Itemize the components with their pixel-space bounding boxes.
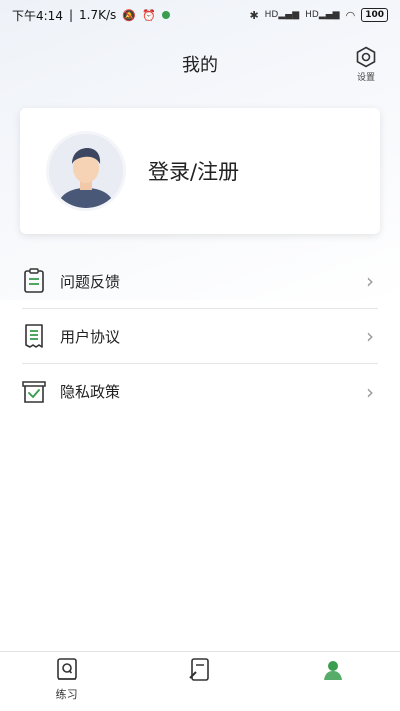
q-book-icon [56, 658, 77, 680]
mute-icon: 🔕 [122, 8, 136, 22]
bluetooth-icon: ✱ [249, 8, 259, 22]
doc-pencil-icon [189, 658, 209, 681]
app-notification-icon [161, 11, 170, 19]
login-register-link[interactable]: 登录/注册 [148, 156, 239, 186]
battery-indicator: 100 [361, 8, 388, 22]
tab-label-practice: 练习 [55, 688, 78, 701]
user-icon [324, 661, 343, 680]
menu-label-feedback: 问题反馈 [60, 272, 121, 291]
check-doc-icon [22, 379, 46, 405]
receipt-icon [22, 323, 46, 349]
status-time: 下午4:14 [12, 8, 63, 23]
settings-label: 设置 [356, 73, 375, 83]
chevron-right-icon: › [366, 379, 374, 404]
status-bar: 下午4:14 | 1.7K/s 🔕 ⏰ ✱ HD▂▄▆ HD▂▄▆ ◠ 100 [0, 0, 400, 30]
profile-card[interactable]: 登录/注册 [20, 108, 380, 234]
menu-label-user-agreement: 用户协议 [60, 327, 121, 346]
menu-item-feedback[interactable]: 问题反馈 › [22, 254, 378, 309]
settings-button[interactable]: 设置 [346, 46, 386, 83]
bottom-tab-bar: 练习 [0, 651, 400, 711]
menu-list: 问题反馈 › 用户协议 › 隐私政策 › [22, 254, 378, 419]
menu-item-user-agreement[interactable]: 用户协议 › [22, 309, 378, 364]
page-header: 我的 [0, 44, 400, 84]
avatar-illustration [57, 148, 115, 208]
signal-icon-2: HD▂▄▆ [305, 10, 340, 20]
signal-icon-1: HD▂▄▆ [264, 10, 300, 20]
status-left: 下午4:14 | 1.7K/s 🔕 ⏰ [12, 7, 170, 24]
tab-exam[interactable] [133, 652, 266, 711]
page-title: 我的 [182, 55, 218, 76]
hexagon-gear-icon [356, 46, 376, 68]
alarm-icon: ⏰ [141, 8, 156, 22]
user-avatar-icon[interactable] [46, 131, 126, 211]
status-right: ✱ HD▂▄▆ HD▂▄▆ ◠ 100 [249, 8, 388, 22]
status-separator: | [68, 8, 73, 22]
wifi-icon: ◠ [345, 8, 356, 22]
network-label-2: HD [305, 10, 319, 20]
menu-label-privacy-policy: 隐私政策 [60, 383, 121, 401]
tab-mine[interactable] [267, 652, 400, 711]
chevron-right-icon: › [366, 324, 374, 348]
tab-practice[interactable]: 练习 [0, 652, 133, 711]
menu-item-privacy-policy[interactable]: 隐私政策 › [22, 364, 378, 419]
network-label-1: HD [264, 10, 279, 20]
chevron-right-icon: › [366, 269, 374, 293]
network-speed: 1.7K/s [79, 8, 117, 22]
clipboard-icon [22, 268, 46, 294]
